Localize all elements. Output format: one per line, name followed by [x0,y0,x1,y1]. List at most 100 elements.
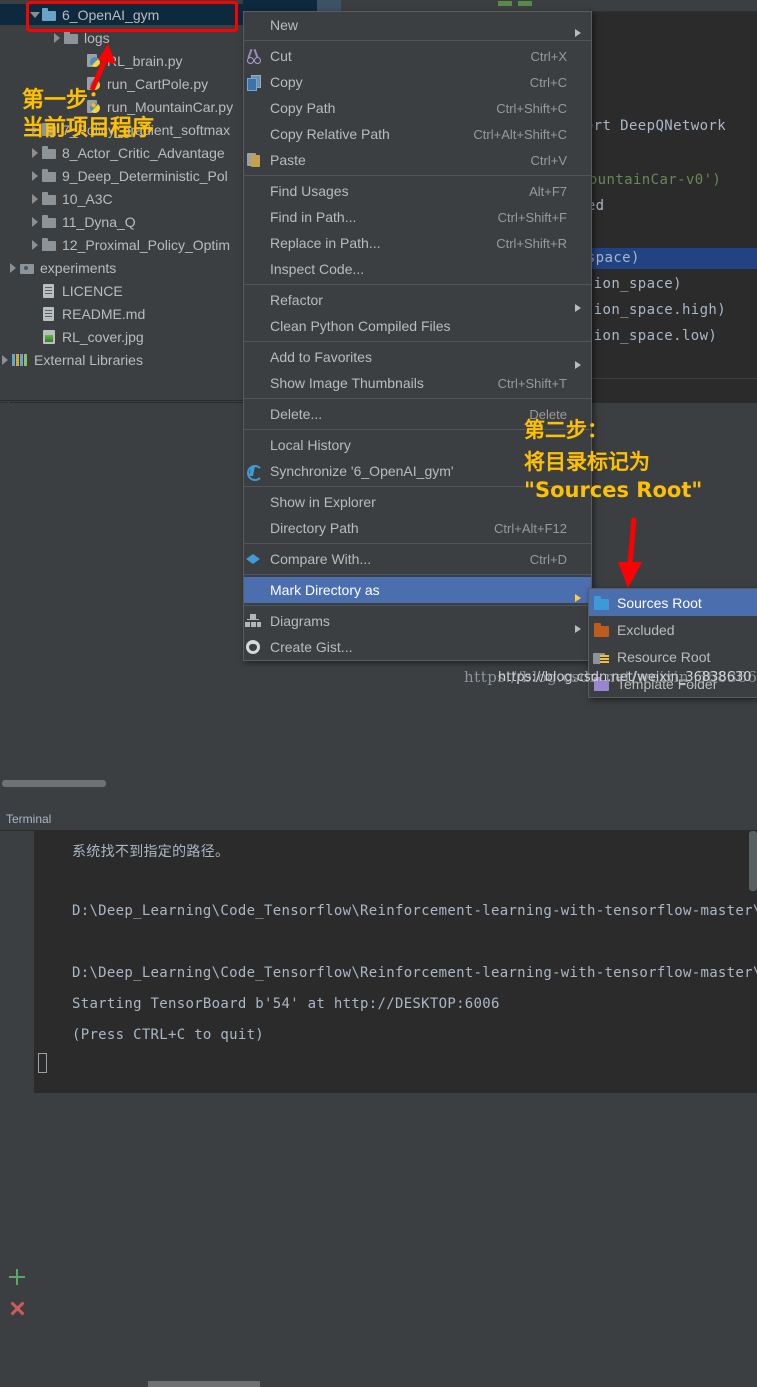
chevron-right-icon[interactable] [30,147,41,158]
chevron-right-icon[interactable] [0,354,11,365]
tree-node[interactable]: README.md [0,303,243,324]
menu-item[interactable]: New [244,12,591,38]
menu-item[interactable]: Diagrams [244,608,591,634]
tree-node-label: 9_Deep_Deterministic_Pol [62,167,228,184]
tree-node[interactable]: 10_A3C [0,188,243,209]
menu-item-label: Add to Favorites [270,349,372,365]
annotation-step1-line2: 当前项目程序 [22,116,155,141]
menu-item[interactable]: Create Gist... [244,634,591,660]
menu-icon-slot [244,520,270,536]
tree-node[interactable]: RL_cover.jpg [0,326,243,347]
doc-icon [41,283,57,299]
menu-icon-slot [244,494,270,510]
menu-icon-slot [244,209,270,225]
menu-item-label: Copy [270,74,303,90]
annotation-step2-line2: 将目录标记为 [524,450,650,474]
menu-separator [244,398,591,399]
folder-icon [41,214,57,230]
annotation-step2-line3: "Sources Root" [524,478,703,502]
menu-item-label: Directory Path [270,520,359,536]
diagram-icon [244,613,270,629]
menu-separator [244,284,591,285]
close-terminal-icon[interactable] [8,1299,26,1317]
submenu-item[interactable]: Resource Root [589,643,757,670]
menu-item[interactable]: Copy Relative Path Ctrl+Alt+Shift+C [244,121,591,147]
menu-separator [244,175,591,176]
submenu-item-label: Excluded [617,621,675,638]
menu-item[interactable]: Refactor [244,287,591,313]
menu-item[interactable]: Show Image Thumbnails Ctrl+Shift+T [244,370,591,396]
menu-item-shortcut: Ctrl+Shift+C [496,100,567,116]
menu-item[interactable]: Cut Ctrl+X [244,43,591,69]
terminal-output[interactable]: 系统找不到指定的路径。 D:\Deep_Learning\Code_Tensorf… [34,831,757,1093]
chevron-right-icon[interactable] [8,262,19,273]
menu-item-label: Refactor [270,292,323,308]
menu-item[interactable]: Inspect Code... [244,256,591,282]
tree-node[interactable]: RL_brain.py [0,50,243,71]
annotation-step2-line1: 第二步： [524,418,608,442]
menu-icon-slot [244,582,270,598]
menu-item-shortcut: Ctrl+X [530,48,567,64]
project-tree[interactable]: 6_OpenAI_gym logs RL_brain.py run_CartPole.… [0,0,243,390]
menu-item[interactable]: Directory Path Ctrl+Alt+F12 [244,515,591,541]
tree-node[interactable]: 8_Actor_Critic_Advantage [0,142,243,163]
sync-icon [244,463,270,481]
menu-item[interactable]: Copy Ctrl+C [244,69,591,95]
menu-item-label: Compare With... [270,551,372,567]
menu-item[interactable]: Find in Path... Ctrl+Shift+F [244,204,591,230]
menu-item[interactable]: Replace in Path... Ctrl+Shift+R [244,230,591,256]
menu-item[interactable]: Find Usages Alt+F7 [244,178,591,204]
menu-item-label: Clean Python Compiled Files [270,318,451,334]
menu-separator [244,543,591,544]
menu-item-shortcut: Ctrl+Shift+R [496,235,567,251]
folder-icon [41,145,57,161]
terminal-scrollbar-thumb[interactable] [749,831,757,891]
menu-item-label: Mark Directory as [270,582,380,598]
bottom-scrollbar-thumb[interactable] [148,1381,260,1387]
menu-icon-slot [244,375,270,391]
menu-icon-slot [244,406,270,422]
menu-item[interactable]: Add to Favorites [244,344,591,370]
add-terminal-icon[interactable] [8,1268,26,1286]
watermark-overlay-text: https://blog.csdn.net/weixin_36838630 [498,670,752,685]
tree-node-label: LICENCE [62,282,123,299]
chevron-right-icon[interactable] [30,216,41,227]
paste-icon [244,152,270,168]
menu-item[interactable]: Clean Python Compiled Files [244,313,591,339]
project-tree-scrollbar-thumb[interactable] [2,780,106,787]
tree-node[interactable]: experiments [0,257,243,278]
tree-node[interactable]: External Libraries [0,349,243,370]
menu-separator [244,574,591,575]
menu-item[interactable]: Copy Path Ctrl+Shift+C [244,95,591,121]
project-tool-window[interactable]: 6_OpenAI_gym logs RL_brain.py run_CartPole.… [0,0,243,787]
tree-node-label: 12_Proximal_Policy_Optim [62,236,231,253]
code-line: MountainCar-v0') [580,172,722,188]
terminal-line: Starting TensorBoard b'54' at http://DES… [72,996,500,1012]
tree-node[interactable]: 11_Dyna_Q [0,211,243,232]
folder-orange-icon [589,622,617,638]
tree-node-label: External Libraries [34,351,143,368]
editor-tab-inactive[interactable] [317,0,341,11]
menu-separator [244,40,591,41]
menu-item[interactable]: Paste Ctrl+V [244,147,591,173]
chevron-right-icon[interactable] [30,193,41,204]
chevron-right-icon[interactable] [30,170,41,181]
menu-item-label: Find Usages [270,183,349,199]
terminal-title: Terminal [6,812,52,826]
menu-item-shortcut: Alt+F7 [529,183,567,199]
tree-node[interactable]: 12_Proximal_Policy_Optim [0,234,243,255]
context-menu[interactable]: New Cut Ctrl+X Copy Ctrl+C Copy Path Ctrl+Shif… [243,11,592,661]
tree-node[interactable]: 9_Deep_Deterministic_Pol [0,165,243,186]
submenu-item[interactable]: Excluded [589,616,757,643]
lib-icon [11,352,29,368]
chevron-right-icon[interactable] [30,239,41,250]
tree-node[interactable]: LICENCE [0,280,243,301]
menu-item-shortcut: Ctrl+Alt+F12 [494,520,567,536]
submenu-item[interactable]: Sources Root [589,589,757,616]
folder-icon [41,237,57,253]
menu-item[interactable]: Mark Directory as [244,577,591,603]
project-tree-scrollbar-track[interactable] [0,390,243,787]
menu-item[interactable]: Compare With... Ctrl+D [244,546,591,572]
menu-item-shortcut: Ctrl+D [529,551,567,567]
